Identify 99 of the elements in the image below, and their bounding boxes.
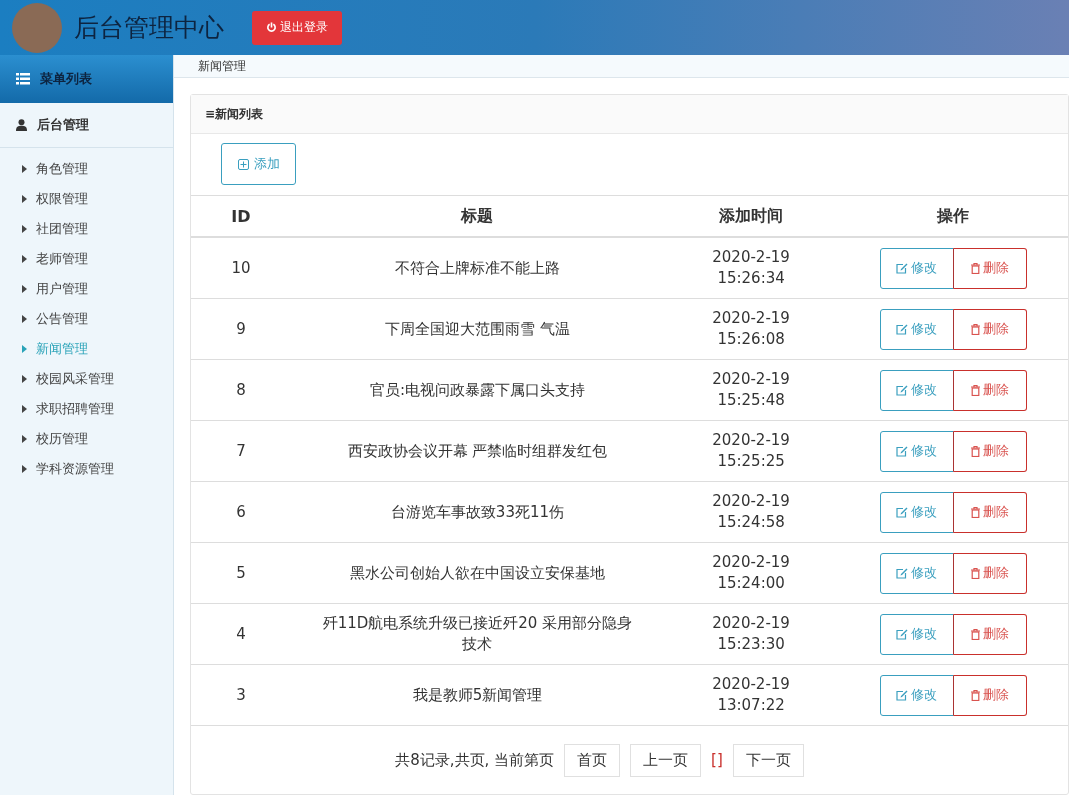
caret-right-icon: [22, 465, 27, 473]
trash-icon: [970, 445, 980, 457]
edit-button[interactable]: 修改: [879, 369, 954, 411]
table-cell: 台游览车事故致33死11伤: [290, 481, 665, 543]
add-button[interactable]: 添加: [221, 143, 296, 185]
table-cell: 我是教师5新闻管理: [290, 664, 665, 726]
trash-icon: [970, 628, 980, 640]
delete-button[interactable]: 删除: [952, 308, 1027, 350]
edit-icon: [896, 384, 909, 396]
sidebar-item[interactable]: 用户管理: [0, 274, 173, 304]
caret-right-icon: [22, 225, 27, 233]
sidebar-item[interactable]: 社团管理: [0, 214, 173, 244]
table-cell: 6: [191, 481, 291, 543]
previous-page-button[interactable]: 上一页: [630, 743, 702, 777]
table-cell: 2020-2-19 15:25:25: [664, 420, 839, 482]
table-cell: 不符合上牌标准不能上路: [290, 237, 665, 299]
delete-button[interactable]: 删除: [952, 674, 1027, 716]
column-header: 添加时间: [664, 195, 839, 237]
caret-right-icon: [22, 315, 27, 323]
table-cell: 10: [191, 237, 291, 299]
column-header: 操作: [838, 195, 1068, 237]
site-title: 后台管理中心: [74, 12, 224, 44]
edit-icon: [896, 445, 909, 457]
table-cell: 西安政协会议开幕 严禁临时组群发红包: [290, 420, 665, 482]
trash-icon: [970, 384, 980, 396]
delete-button[interactable]: 删除: [952, 247, 1027, 289]
table-cell: 2020-2-19 15:24:00: [664, 542, 839, 604]
caret-right-icon: [22, 345, 27, 353]
plus-square-icon: [237, 158, 249, 170]
table-cell: 3: [191, 664, 291, 726]
caret-right-icon: [22, 435, 27, 443]
table-cell: 8: [191, 359, 291, 421]
caret-right-icon: [22, 165, 27, 173]
sidebar-group-label: 后台管理: [37, 116, 89, 134]
table-cell: 2020-2-19 15:23:30: [664, 603, 839, 665]
current-page: []: [711, 751, 723, 769]
next-page-button[interactable]: 下一页: [732, 743, 804, 777]
pagination-summary: 共8记录,共页, 当前第页: [395, 750, 555, 770]
avatar-placeholder: [12, 2, 62, 53]
caret-right-icon: [22, 195, 27, 203]
table-cell: 4: [191, 603, 291, 665]
breadcrumb: 新闻管理: [198, 57, 246, 75]
table-cell: 2020-2-19 15:24:58: [664, 481, 839, 543]
sidebar-item[interactable]: 校园风采管理: [0, 364, 173, 394]
edit-button[interactable]: 修改: [879, 552, 954, 594]
edit-button[interactable]: 修改: [879, 247, 954, 289]
table-cell: 2020-2-19 15:26:34: [664, 237, 839, 299]
sidebar-item[interactable]: 新闻管理: [0, 334, 173, 364]
table-cell: 5: [191, 542, 291, 604]
sidebar-heading: 菜单列表: [40, 70, 92, 88]
table-cell: 2020-2-19 15:25:48: [664, 359, 839, 421]
table-cell: 7: [191, 420, 291, 482]
trash-icon: [970, 567, 980, 579]
edit-button[interactable]: 修改: [879, 308, 954, 350]
table-cell: 下周全国迎大范围雨雪 气温: [290, 298, 665, 360]
logout-button[interactable]: 退出登录: [252, 10, 342, 45]
delete-button[interactable]: 删除: [952, 613, 1027, 655]
table-cell: 9: [191, 298, 291, 360]
delete-button[interactable]: 删除: [952, 430, 1027, 472]
edit-icon: [896, 506, 909, 518]
table-cell: 2020-2-19 13:07:22: [664, 664, 839, 726]
list-icon: [16, 73, 30, 85]
sidebar-item[interactable]: 求职招聘管理: [0, 394, 173, 424]
first-page-button[interactable]: 首页: [564, 743, 621, 777]
column-header: ID: [191, 195, 291, 237]
panel-title: ≡新闻列表: [205, 105, 264, 123]
delete-button[interactable]: 删除: [952, 491, 1027, 533]
trash-icon: [970, 323, 980, 335]
table-cell: 歼11D航电系统升级已接近歼20 采用部分隐身技术: [290, 603, 665, 665]
table-cell: 官员:电视问政暴露下属口头支持: [290, 359, 665, 421]
column-header: 标题: [290, 195, 665, 237]
edit-button[interactable]: 修改: [879, 491, 954, 533]
sidebar-item[interactable]: 公告管理: [0, 304, 173, 334]
edit-button[interactable]: 修改: [879, 613, 954, 655]
edit-icon: [896, 567, 909, 579]
edit-icon: [896, 323, 909, 335]
caret-right-icon: [22, 285, 27, 293]
sidebar-item[interactable]: 权限管理: [0, 184, 173, 214]
edit-icon: [896, 689, 909, 701]
sidebar-item[interactable]: 角色管理: [0, 154, 173, 184]
trash-icon: [970, 689, 980, 701]
sidebar-item[interactable]: 校历管理: [0, 424, 173, 454]
edit-icon: [896, 262, 909, 274]
edit-button[interactable]: 修改: [879, 430, 954, 472]
power-icon: [266, 22, 277, 33]
table-cell: 黑水公司创始人欲在中国设立安保基地: [290, 542, 665, 604]
trash-icon: [970, 506, 980, 518]
caret-right-icon: [22, 405, 27, 413]
table-cell: 2020-2-19 15:26:08: [664, 298, 839, 360]
sidebar-item[interactable]: 学科资源管理: [0, 454, 173, 484]
delete-button[interactable]: 删除: [952, 369, 1027, 411]
edit-icon: [896, 628, 909, 640]
trash-icon: [970, 262, 980, 274]
edit-button[interactable]: 修改: [879, 674, 954, 716]
sidebar-item[interactable]: 老师管理: [0, 244, 173, 274]
caret-right-icon: [22, 255, 27, 263]
user-icon: [16, 119, 27, 131]
caret-right-icon: [22, 375, 27, 383]
delete-button[interactable]: 删除: [952, 552, 1027, 594]
